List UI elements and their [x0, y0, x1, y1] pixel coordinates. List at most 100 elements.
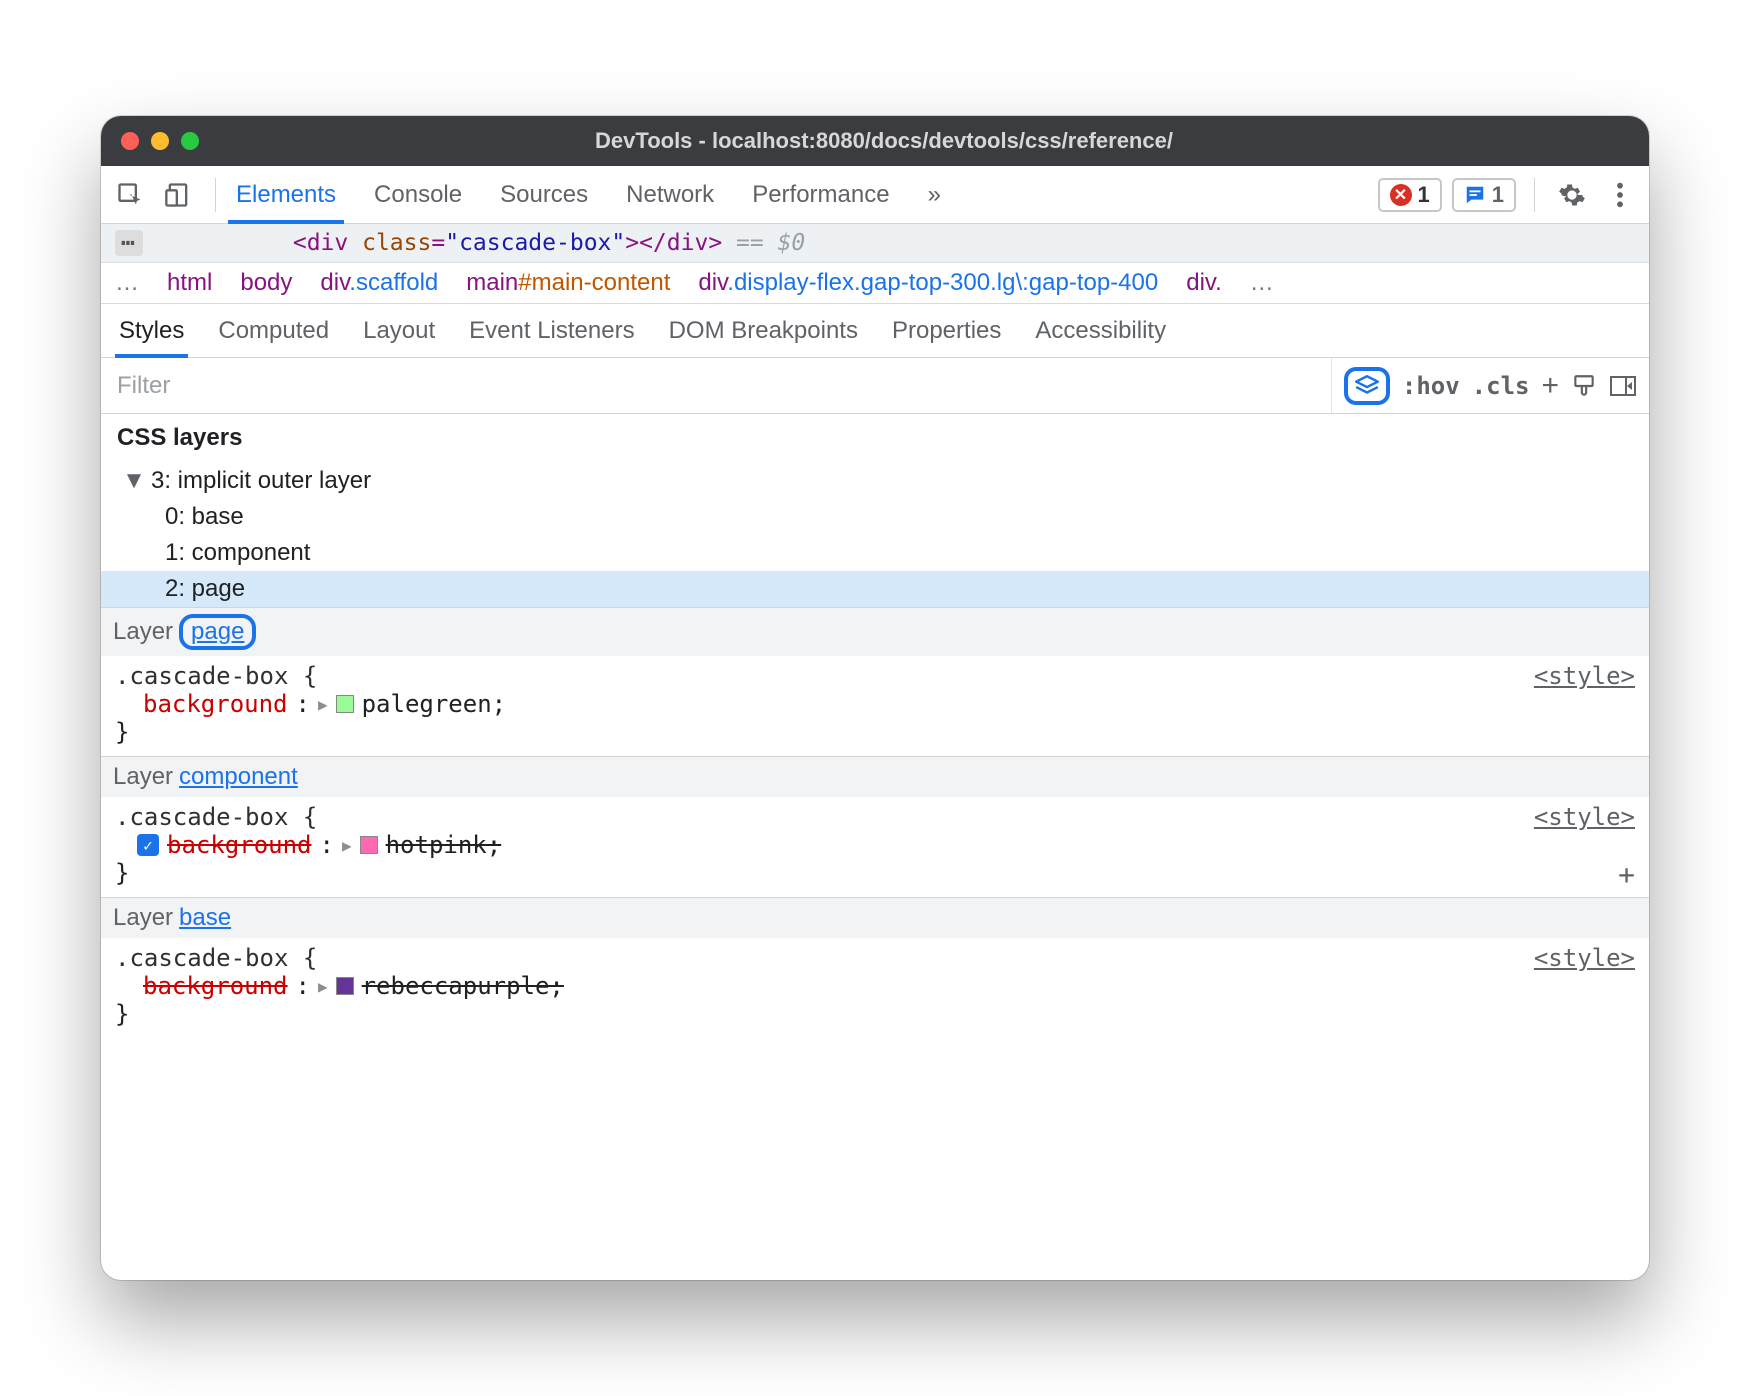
window-controls [121, 132, 199, 150]
selected-dom-node[interactable]: ⋯ <div class="cascade-box"></div> == $0 [101, 224, 1649, 263]
dom-tag-close: ></div> [625, 230, 722, 256]
property-value[interactable]: palegreen; [362, 690, 507, 718]
expand-shorthand-icon[interactable]: ▶ [342, 836, 352, 855]
property-enable-checkbox[interactable]: ✓ [137, 834, 159, 856]
maximize-window-button[interactable] [181, 132, 199, 150]
expand-shorthand-icon[interactable]: ▶ [318, 977, 328, 996]
subtab-dom-breakpoints[interactable]: DOM Breakpoints [669, 304, 858, 357]
new-style-rule-icon[interactable]: + [1541, 369, 1559, 403]
color-swatch[interactable] [336, 977, 354, 995]
breadcrumb-overflow-left[interactable]: … [115, 269, 139, 297]
filter-input[interactable]: Filter [101, 358, 1332, 413]
styles-subtabs: Styles Computed Layout Event Listeners D… [101, 304, 1649, 358]
tab-network[interactable]: Network [624, 166, 716, 223]
color-swatch[interactable] [360, 836, 378, 854]
dom-attr-value: "cascade-box" [445, 230, 625, 256]
close-window-button[interactable] [121, 132, 139, 150]
rule-close-brace: } [115, 1000, 1635, 1028]
property-value[interactable]: rebeccapurple; [362, 972, 564, 1000]
message-icon [1464, 184, 1486, 206]
layer-header: Layer base [101, 898, 1649, 938]
expand-shorthand-icon[interactable]: ▶ [318, 695, 328, 714]
subtab-properties[interactable]: Properties [892, 304, 1001, 357]
property-name[interactable]: background [143, 690, 288, 718]
layer-header: Layer page [101, 608, 1649, 656]
titlebar: DevTools - localhost:8080/docs/devtools/… [101, 116, 1649, 166]
devtools-window: DevTools - localhost:8080/docs/devtools/… [101, 116, 1649, 1280]
messages-badge[interactable]: 1 [1452, 178, 1516, 212]
computed-sidebar-toggle-icon[interactable] [1609, 373, 1637, 399]
more-options-icon[interactable] [1601, 176, 1639, 214]
tab-performance[interactable]: Performance [750, 166, 891, 223]
rule-source-link[interactable]: <style> [1534, 944, 1635, 972]
breadcrumb-item[interactable]: body [240, 269, 292, 297]
layer-link[interactable]: component [179, 763, 298, 791]
layer-tree-root[interactable]: ▼ 3: implicit outer layer [101, 463, 1649, 499]
errors-badge[interactable]: ✕ 1 [1378, 178, 1442, 212]
property-value[interactable]: hotpink; [386, 831, 502, 859]
subtab-layout[interactable]: Layout [363, 304, 435, 357]
layer-tree-item[interactable]: 0: base [101, 499, 1649, 535]
subtab-accessibility[interactable]: Accessibility [1035, 304, 1166, 357]
subtab-computed[interactable]: Computed [218, 304, 329, 357]
device-toolbar-icon[interactable] [159, 176, 197, 214]
breadcrumb-item[interactable]: div. [1186, 269, 1222, 297]
layer-tree-label: 1: component [165, 539, 310, 567]
layer-link[interactable]: base [179, 904, 231, 932]
style-rules: Layer page<style>.cascade-box {backgroun… [101, 607, 1649, 1038]
rule-selector[interactable]: .cascade-box { [115, 803, 1635, 831]
style-rule-block: Layer page<style>.cascade-box {backgroun… [101, 607, 1649, 756]
window-title: DevTools - localhost:8080/docs/devtools/… [199, 128, 1569, 154]
layer-tree-label: 0: base [165, 503, 244, 531]
rule-source-link[interactable]: <style> [1534, 803, 1635, 831]
layer-link[interactable]: page [179, 614, 256, 650]
disclosure-triangle-icon[interactable]: ▼ [125, 467, 143, 495]
css-declaration[interactable]: ✓background:▶hotpink; [115, 831, 1635, 859]
styles-toolbar: Filter :hov .cls + [101, 358, 1649, 414]
breadcrumb-overflow-right[interactable]: … [1250, 269, 1274, 297]
layer-tree-item-selected[interactable]: 2: page [101, 571, 1649, 607]
rule-close-brace: } [115, 859, 1635, 887]
subtab-event-listeners[interactable]: Event Listeners [469, 304, 634, 357]
tab-elements[interactable]: Elements [234, 166, 338, 223]
layer-label: Layer [113, 904, 173, 932]
tab-console[interactable]: Console [372, 166, 464, 223]
css-declaration[interactable]: background:▶rebeccapurple; [115, 972, 1635, 1000]
panel-tabs: Elements Console Sources Network Perform… [234, 166, 943, 223]
breadcrumb-item[interactable]: main#main-content [466, 269, 670, 297]
property-name[interactable]: background [143, 972, 288, 1000]
tab-sources[interactable]: Sources [498, 166, 590, 223]
property-name[interactable]: background [167, 831, 312, 859]
style-rule-block: Layer base<style>.cascade-box {backgroun… [101, 897, 1649, 1038]
dom-expand-icon[interactable]: ⋯ [115, 230, 143, 256]
settings-icon[interactable] [1553, 176, 1591, 214]
layer-tree-label: 2: page [165, 575, 245, 603]
layer-tree-item[interactable]: 1: component [101, 535, 1649, 571]
rule-selector[interactable]: .cascade-box { [115, 944, 1635, 972]
tabs-overflow[interactable]: » [926, 166, 943, 223]
inspect-element-icon[interactable] [111, 176, 149, 214]
color-swatch[interactable] [336, 695, 354, 713]
hov-toggle[interactable]: :hov [1402, 372, 1460, 400]
add-property-icon[interactable]: + [1618, 858, 1635, 891]
layer-label: Layer [113, 618, 173, 646]
css-rule[interactable]: <style>.cascade-box {background:▶rebecca… [101, 938, 1649, 1038]
layer-tree-label: 3: implicit outer layer [151, 467, 371, 495]
rule-selector[interactable]: .cascade-box { [115, 662, 1635, 690]
cls-toggle[interactable]: .cls [1472, 372, 1530, 400]
subtab-styles[interactable]: Styles [119, 304, 184, 357]
css-rule[interactable]: <style>.cascade-box {background:▶palegre… [101, 656, 1649, 756]
breadcrumb-item[interactable]: div.display-flex.gap-top-300.lg\:gap-top… [698, 269, 1158, 297]
breadcrumb-item[interactable]: div.scaffold [320, 269, 438, 297]
main-toolbar: Elements Console Sources Network Perform… [101, 166, 1649, 224]
css-declaration[interactable]: background:▶palegreen; [115, 690, 1635, 718]
paint-brush-icon[interactable] [1571, 373, 1597, 399]
css-layers-heading: CSS layers [101, 414, 1649, 463]
minimize-window-button[interactable] [151, 132, 169, 150]
dom-attr-name: class [362, 230, 431, 256]
rule-source-link[interactable]: <style> [1534, 662, 1635, 690]
breadcrumb-item[interactable]: html [167, 269, 212, 297]
css-rule[interactable]: <style>+.cascade-box {✓background:▶hotpi… [101, 797, 1649, 897]
toggle-css-layers-icon[interactable] [1344, 367, 1390, 405]
layer-header: Layer component [101, 757, 1649, 797]
